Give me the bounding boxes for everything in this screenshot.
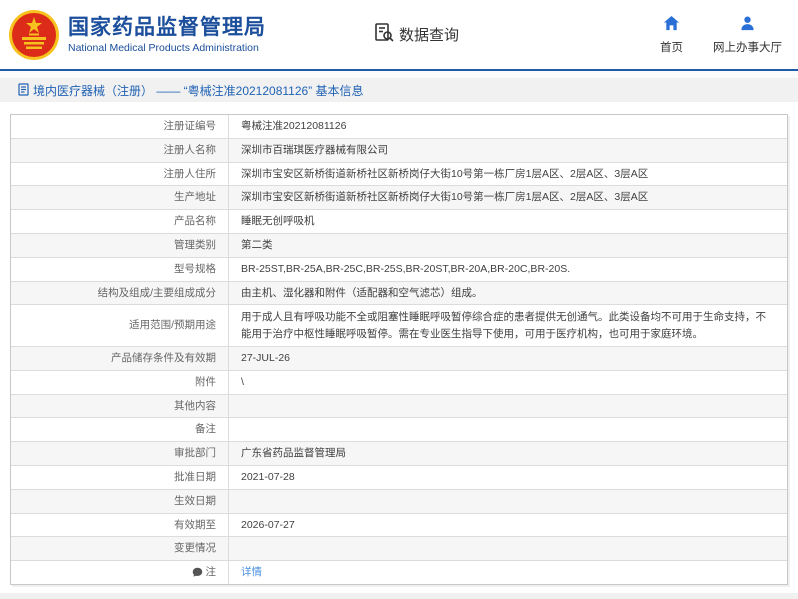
table-row: 注册人名称 深圳市百瑞琪医疗器械有限公司 [11,138,787,163]
row-label: 变更情况 [11,537,229,561]
row-value [229,490,787,513]
logo-block: 国家药品监督管理局 National Medical Products Admi… [8,9,266,61]
row-label-text: 有效期至 [174,518,216,531]
table-row: 生产地址 深圳市宝安区新桥街道新桥社区新桥岗仔大街10号第一栋厂房1层A区、2层A… [11,186,787,211]
row-label-text: 结构及组成/主要组成成分 [97,286,216,299]
user-icon [739,15,756,39]
row-label: 生效日期 [11,489,229,513]
header: 国家药品监督管理局 National Medical Products Admi… [0,0,798,69]
row-value: 由主机、湿化器和附件（适配器和空气滤芯）组成。 [241,286,483,299]
row-value: \ [241,375,244,388]
table-row: 其他内容 [11,394,787,419]
data-query-label: 数据查询 [399,27,460,44]
row-label-text: 型号规格 [174,262,216,275]
table-row: 适用范围/预期用途 用于成人且有呼吸功能不全或阻塞性睡眠呼吸暂停综合症的患者提供无… [11,305,787,347]
row-label-text: 产品名称 [174,215,216,228]
row-label-text: 批准日期 [174,470,216,483]
table-row: 型号规格 BR-25ST,BR-25A,BR-25C,BR-25S,BR-20ST… [11,257,787,282]
table-row: 生效日期 [11,489,787,514]
site-subtitle: National Medical Products Administration [68,42,259,55]
row-label-text: 产品储存条件及有效期 [111,351,216,364]
row-label-text: 其他内容 [174,399,216,412]
row-label-text: 附件 [195,375,216,388]
row-value: 广东省药品监督管理局 [241,447,346,460]
row-label: 适用范围/预期用途 [11,305,229,346]
row-label: 注册证编号 [11,115,229,138]
table-row: 审批部门 广东省药品监督管理局 [11,442,787,466]
row-label-text: 生产地址 [174,191,216,204]
table-row: 变更情况 [11,537,787,562]
row-label: 结构及组成/主要组成成分 [11,281,229,305]
table-row: 产品储存条件及有效期 27-JUL-26 [11,346,787,371]
nav-item-service-hall[interactable]: 网上办事大厅 [713,15,782,55]
breadcrumb-text: 境内医疗器械（注册） —— “粤械注准20212081126” 基本信息 [33,84,364,98]
row-value: BR-25ST,BR-25A,BR-25C,BR-25S,BR-20ST,BR-… [241,262,571,275]
row-label-text: 注册人名称 [163,143,217,156]
table-row: 注详情 [11,561,787,585]
table-row: 注册证编号 粤械注准20212081126 [11,115,787,139]
row-label: 注册人住所 [11,162,229,186]
nav-item-label: 首页 [660,41,683,54]
row-label-text: 管理类别 [174,238,216,251]
data-query-tab[interactable]: 数据查询 [374,22,459,47]
document-icon [18,82,33,99]
row-value: 深圳市宝安区新桥街道新桥社区新桥岗仔大街10号第一栋厂房1层A区、2层A区、3层… [241,191,649,204]
row-value: 粤械注准20212081126 [241,120,347,132]
row-value [229,395,787,418]
row-label: 其他内容 [11,394,229,418]
row-label-text: 生效日期 [174,494,216,507]
row-label: 有效期至 [11,513,229,537]
header-nav: 首页 网上办事大厅 [660,15,782,55]
row-label: 生产地址 [11,186,229,210]
row-value: 第二类 [241,238,273,251]
data-query-icon [374,22,399,47]
table-row: 注册人住所 深圳市宝安区新桥街道新桥社区新桥岗仔大街10号第一栋厂房1层A区、2层… [11,162,787,187]
row-label: 审批部门 [11,442,229,465]
row-value [229,537,787,560]
row-value: 深圳市宝安区新桥街道新桥社区新桥岗仔大街10号第一栋厂房1层A区、2层A区、3层… [241,167,649,180]
row-label: 型号规格 [11,257,229,281]
note-icon [192,567,202,577]
row-label: 产品名称 [11,210,229,233]
row-value: 2026-07-27 [241,518,295,531]
row-label: 产品储存条件及有效期 [11,346,229,370]
row-value: 详情 [229,561,787,584]
row-label-text: 审批部门 [174,447,216,460]
row-label-text: 注册证编号 [163,120,217,132]
row-label-text: 备注 [195,423,216,436]
row-label: 备注 [11,418,229,442]
row-value: 2021-07-28 [241,470,295,483]
site-title: 国家药品监督管理局 [68,15,266,39]
footer-strip [0,593,798,599]
breadcrumb: 境内医疗器械（注册） —— “粤械注准20212081126” 基本信息 [0,79,798,102]
row-value: 27-JUL-26 [241,351,291,364]
row-value: 睡眠无创呼吸机 [241,215,315,228]
row-value: 深圳市百瑞琪医疗器械有限公司 [241,143,388,156]
row-label: 注册人名称 [11,138,229,162]
home-icon [663,15,680,39]
row-label-text: 注册人住所 [163,167,217,180]
info-table: 注册证编号 粤械注准20212081126 注册人名称 深圳市百瑞琪医疗器械有限公司注… [10,114,788,586]
national-emblem-icon [8,9,60,61]
table-row: 管理类别 第二类 [11,233,787,258]
row-label: 批准日期 [11,465,229,489]
header-substrip [0,71,798,79]
row-value [229,418,787,441]
table-row: 产品名称 睡眠无创呼吸机 [11,210,787,234]
table-row: 附件 \ [11,370,787,395]
table-row: 批准日期 2021-07-28 [11,465,787,490]
row-label: 注 [11,561,229,585]
table-row: 结构及组成/主要组成成分 由主机、湿化器和附件（适配器和空气滤芯）组成。 [11,281,787,306]
row-label-text: 适用范围/预期用途 [129,319,216,332]
table-row: 有效期至 2026-07-27 [11,513,787,538]
row-label-text: 变更情况 [174,542,216,555]
row-label: 附件 [11,370,229,394]
row-label: 管理类别 [11,233,229,257]
nav-item-home[interactable]: 首页 [660,15,683,55]
nav-item-label: 网上办事大厅 [713,41,782,54]
row-value: 用于成人且有呼吸功能不全或阻塞性睡眠呼吸暂停综合症的患者提供无创通气。此类设备均… [241,311,766,341]
table-row: 备注 [11,418,787,443]
